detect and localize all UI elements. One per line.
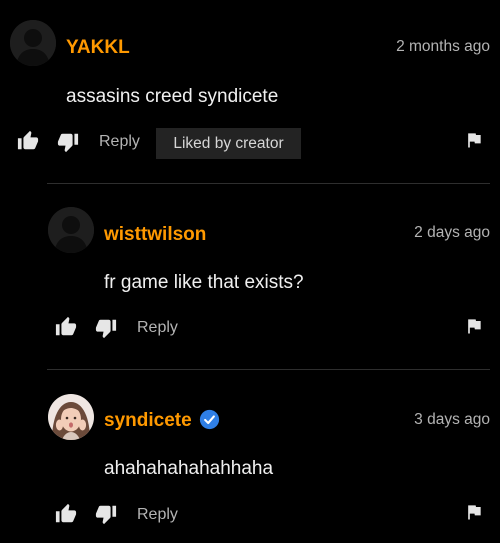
reply-button[interactable]: Reply xyxy=(99,133,140,151)
dislike-button[interactable] xyxy=(95,503,117,525)
comment-timestamp: 3 days ago xyxy=(414,411,490,428)
like-button[interactable] xyxy=(55,503,77,525)
comment-username[interactable]: wisttwilson xyxy=(104,224,206,246)
report-button[interactable] xyxy=(464,502,484,522)
comment-text: ahahahahahahhaha xyxy=(104,458,274,479)
thumbs-up-icon xyxy=(17,130,39,150)
comment-text: fr game like that exists? xyxy=(104,272,304,293)
comment-divider xyxy=(47,183,490,184)
dislike-button[interactable] xyxy=(57,131,79,153)
thumbs-down-icon xyxy=(57,133,79,153)
report-button[interactable] xyxy=(464,130,484,150)
dislike-button[interactable] xyxy=(95,317,117,339)
comment-text: assasins creed syndicete xyxy=(66,86,279,107)
like-button[interactable] xyxy=(17,130,39,152)
thumbs-up-icon xyxy=(55,316,77,336)
verified-check-icon xyxy=(199,409,220,430)
flag-icon xyxy=(468,319,481,334)
profile-photo xyxy=(48,394,94,440)
comment-divider xyxy=(47,369,490,370)
thumbs-down-icon xyxy=(95,319,117,339)
reply-button[interactable]: Reply xyxy=(137,319,178,337)
thumbs-down-icon xyxy=(95,505,117,525)
comment-username[interactable]: syndicete xyxy=(104,410,192,432)
flag-icon xyxy=(468,133,481,148)
comment-timestamp: 2 days ago xyxy=(414,224,490,241)
flag-icon xyxy=(468,505,481,520)
avatar[interactable] xyxy=(10,20,56,66)
avatar[interactable] xyxy=(48,394,94,440)
thumbs-up-icon xyxy=(55,503,77,523)
comment-timestamp: 2 months ago xyxy=(396,38,490,55)
avatar[interactable] xyxy=(48,207,94,253)
report-button[interactable] xyxy=(464,316,484,336)
comment-username[interactable]: YAKKL xyxy=(66,37,130,59)
default-avatar-icon xyxy=(48,207,94,253)
comment-thread: YAKKL 2 months ago assasins creed syndic… xyxy=(0,0,500,543)
like-button[interactable] xyxy=(55,316,77,338)
default-avatar-icon xyxy=(10,20,56,66)
reply-button[interactable]: Reply xyxy=(137,506,178,524)
liked-by-creator-badge: Liked by creator xyxy=(156,128,301,159)
